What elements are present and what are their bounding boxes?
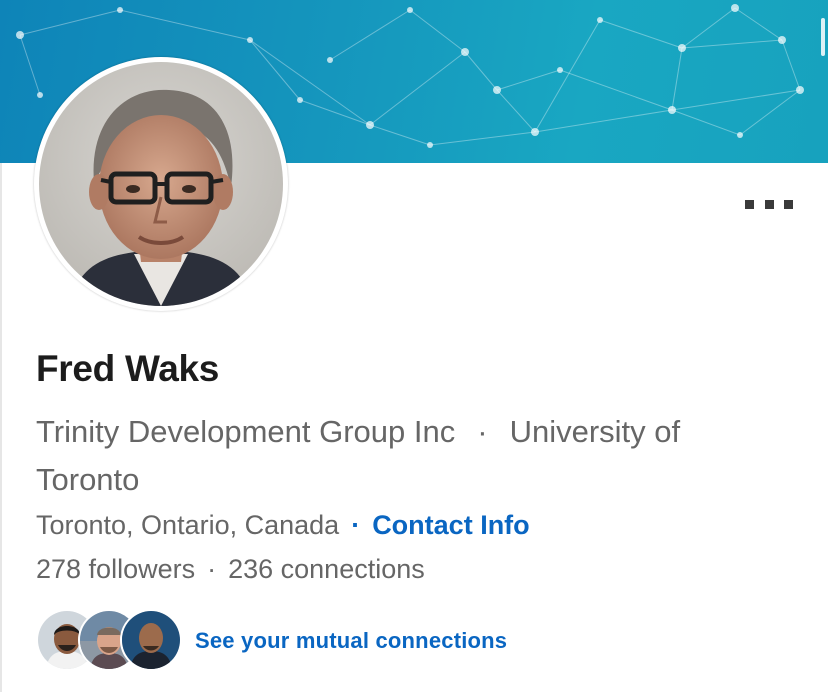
counts-separator: · <box>207 554 217 584</box>
see-mutual-connections-link[interactable]: See your mutual connections <box>195 628 507 654</box>
more-horizontal-icon-dot <box>745 199 754 209</box>
mutual-avatar-image <box>122 611 180 669</box>
profile-photo-image <box>39 62 283 306</box>
headline-company: Trinity Development Group Inc <box>36 414 456 449</box>
profile-name: Fred Waks <box>36 348 220 389</box>
profile-card: Fred Waks Trinity Development Group Inc ·… <box>0 0 828 692</box>
more-horizontal-icon-dot <box>784 199 793 209</box>
more-options-button[interactable] <box>745 196 793 212</box>
profile-headline: Trinity Development Group Inc · University… <box>36 408 756 504</box>
card-border <box>0 163 2 692</box>
scrollbar[interactable] <box>821 18 825 56</box>
location-row: Toronto, Ontario, Canada · Contact Info <box>36 510 530 541</box>
location-text: Toronto, Ontario, Canada <box>36 510 340 540</box>
mutual-avatar-3 <box>120 609 182 671</box>
mutual-connections-avatars[interactable] <box>36 609 182 671</box>
headline-separator: · <box>477 414 488 449</box>
location-separator: · <box>351 510 361 540</box>
network-counts: 278 followers · 236 connections <box>36 554 425 585</box>
more-horizontal-icon-dot <box>764 199 774 209</box>
connections-count[interactable]: 236 connections <box>228 554 425 584</box>
followers-count[interactable]: 278 followers <box>36 554 195 584</box>
profile-photo[interactable] <box>34 57 288 311</box>
contact-info-link[interactable]: Contact Info <box>372 510 529 540</box>
